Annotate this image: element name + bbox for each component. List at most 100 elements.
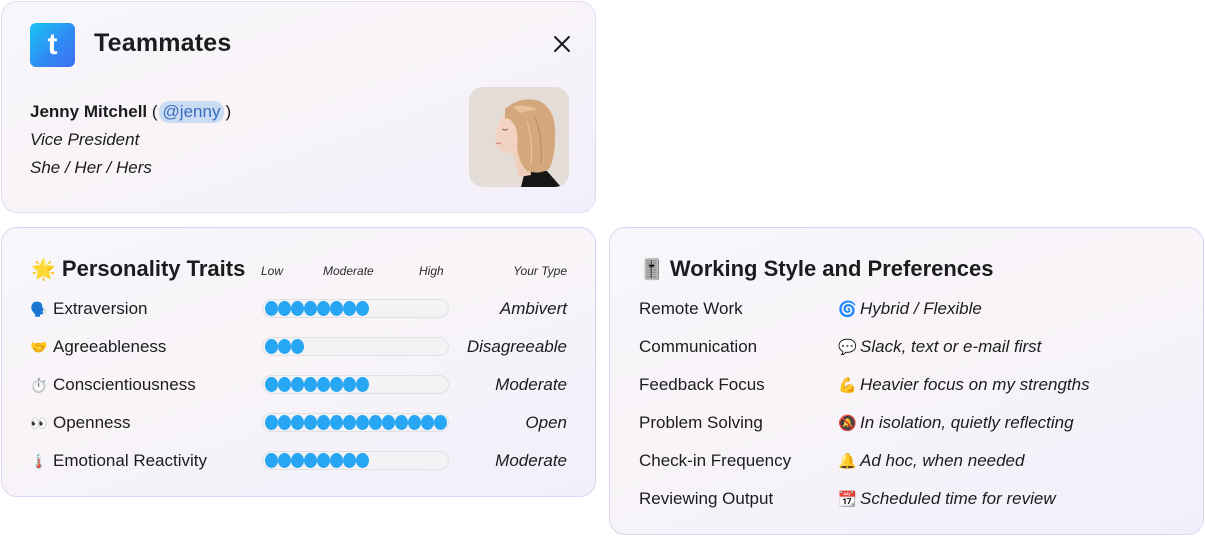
trait-level-dot <box>382 415 395 430</box>
bell-slash-icon: 🔕 <box>838 415 857 432</box>
trait-row-emotional-reactivity: 🌡️ Emotional Reactivity Moderate <box>2 449 595 473</box>
trait-level-dot <box>343 415 356 430</box>
trait-level-dot <box>330 415 343 430</box>
trait-row-extraversion: 🗣️ Extraversion Ambivert <box>2 297 595 321</box>
preference-row-communication: Communication 💬 Slack, text or e-mail fir… <box>610 335 1203 359</box>
trait-level-dot <box>278 415 291 430</box>
preference-row-reviewing-output: Reviewing Output 📆 Scheduled time for rev… <box>610 487 1203 511</box>
speech-bubble-icon: 💬 <box>838 339 857 356</box>
trait-level-dot <box>278 339 291 354</box>
scale-label-moderate: Moderate <box>323 264 374 278</box>
trait-level-dot <box>291 415 304 430</box>
preference-value-text: Scheduled time for review <box>860 489 1056 508</box>
personality-traits-title: 🌟 Personality Traits <box>31 256 245 282</box>
preference-label: Communication <box>639 337 758 356</box>
trait-level-dot <box>278 377 291 392</box>
trait-level-bar <box>262 451 449 470</box>
trait-label: 👀 Openness <box>30 413 131 433</box>
trait-level-dot <box>434 415 447 430</box>
trait-type: Open <box>525 413 567 432</box>
trait-level-dot <box>395 415 408 430</box>
glowing-star-icon: 🌟 <box>31 259 56 281</box>
preference-label: Reviewing Output <box>639 489 774 508</box>
trait-level-dot <box>369 415 382 430</box>
level-slider-icon: 🎚️ <box>639 259 664 281</box>
handshake-icon: 🤝 <box>30 339 48 355</box>
preference-value-text: In isolation, quietly reflecting <box>860 413 1074 432</box>
trait-level-dot <box>356 377 369 392</box>
trait-type: Moderate <box>495 451 567 470</box>
cyclone-icon: 🌀 <box>838 301 857 318</box>
trait-name: Agreeableness <box>53 337 167 356</box>
trait-level-bar <box>262 337 449 356</box>
trait-level-bar <box>262 375 449 394</box>
app-logo: t <box>30 23 75 67</box>
trait-level-dot <box>265 453 278 468</box>
preference-label: Remote Work <box>639 299 743 318</box>
trait-level-dot <box>265 339 278 354</box>
preference-value: 💬 Slack, text or e-mail first <box>838 337 1041 357</box>
preference-value: 🌀 Hybrid / Flexible <box>838 299 982 319</box>
preference-label: Feedback Focus <box>639 375 765 394</box>
trait-level-dot <box>265 377 278 392</box>
trait-label: 🗣️ Extraversion <box>30 299 147 319</box>
preference-row-problem-solving: Problem Solving 🔕 In isolation, quietly r… <box>610 411 1203 435</box>
preference-value: 📆 Scheduled time for review <box>838 489 1056 509</box>
working-style-card: 🎚️ Working Style and Preferences Remote W… <box>609 227 1204 535</box>
trait-level-dot <box>291 453 304 468</box>
personality-traits-title-text: Personality Traits <box>61 256 246 281</box>
working-style-title-text: Working Style and Preferences <box>669 256 994 281</box>
trait-row-conscientiousness: ⏱️ Conscientiousness Moderate <box>2 373 595 397</box>
person-pronouns: She / Her / Hers <box>30 158 152 177</box>
preference-value-text: Hybrid / Flexible <box>860 299 982 318</box>
trait-level-dot <box>265 415 278 430</box>
trait-label: 🌡️ Emotional Reactivity <box>30 451 207 471</box>
trait-level-dot <box>317 377 330 392</box>
trait-level-bar <box>262 299 449 318</box>
preference-value-text: Slack, text or e-mail first <box>860 337 1042 356</box>
trait-name: Emotional Reactivity <box>53 451 208 470</box>
scale-label-high: High <box>419 264 444 278</box>
trait-level-dot <box>278 301 291 316</box>
trait-label: 🤝 Agreeableness <box>30 337 166 357</box>
preference-row-feedback-focus: Feedback Focus 💪 Heavier focus on my stre… <box>610 373 1203 397</box>
app-title: Teammates <box>94 29 232 57</box>
trait-level-dot <box>304 301 317 316</box>
trait-level-dot <box>408 415 421 430</box>
preference-label: Check-in Frequency <box>639 451 792 470</box>
trait-level-bar <box>262 413 449 432</box>
personality-traits-card: 🌟 Personality Traits Low Moderate High Yo… <box>1 227 596 497</box>
speaking-head-icon: 🗣️ <box>30 301 48 317</box>
user-handle-mention[interactable]: @jenny <box>158 101 225 123</box>
trait-level-dot <box>421 415 434 430</box>
trait-level-dot <box>343 453 356 468</box>
trait-level-dot <box>317 415 330 430</box>
bell-icon: 🔔 <box>838 453 857 470</box>
trait-name: Openness <box>53 413 131 432</box>
preference-label: Problem Solving <box>639 413 763 432</box>
preference-row-remote-work: Remote Work 🌀 Hybrid / Flexible <box>610 297 1203 321</box>
profile-card: t Teammates Jenny Mitchell (@jenny) Vice… <box>1 1 596 213</box>
person-name: Jenny Mitchell <box>30 102 148 121</box>
close-button[interactable] <box>551 33 573 55</box>
trait-level-dot <box>330 453 343 468</box>
preference-value-text: Ad hoc, when needed <box>860 451 1025 470</box>
eyes-icon: 👀 <box>30 415 48 431</box>
flexed-biceps-icon: 💪 <box>838 377 857 394</box>
trait-level-dot <box>356 453 369 468</box>
trait-level-dot <box>356 301 369 316</box>
avatar-photo <box>469 87 569 187</box>
trait-level-dot <box>291 339 304 354</box>
trait-level-dot <box>278 453 291 468</box>
trait-name: Extraversion <box>53 299 148 318</box>
trait-level-dot <box>317 453 330 468</box>
trait-level-dot <box>304 453 317 468</box>
trait-level-dot <box>343 301 356 316</box>
trait-level-dot <box>330 301 343 316</box>
scale-label-low: Low <box>261 264 284 278</box>
trait-level-dot <box>356 415 369 430</box>
preference-value-text: Heavier focus on my strengths <box>860 375 1090 394</box>
close-icon <box>554 36 570 52</box>
stopwatch-icon: ⏱️ <box>30 377 48 393</box>
preference-value: 🔕 In isolation, quietly reflecting <box>838 413 1074 433</box>
